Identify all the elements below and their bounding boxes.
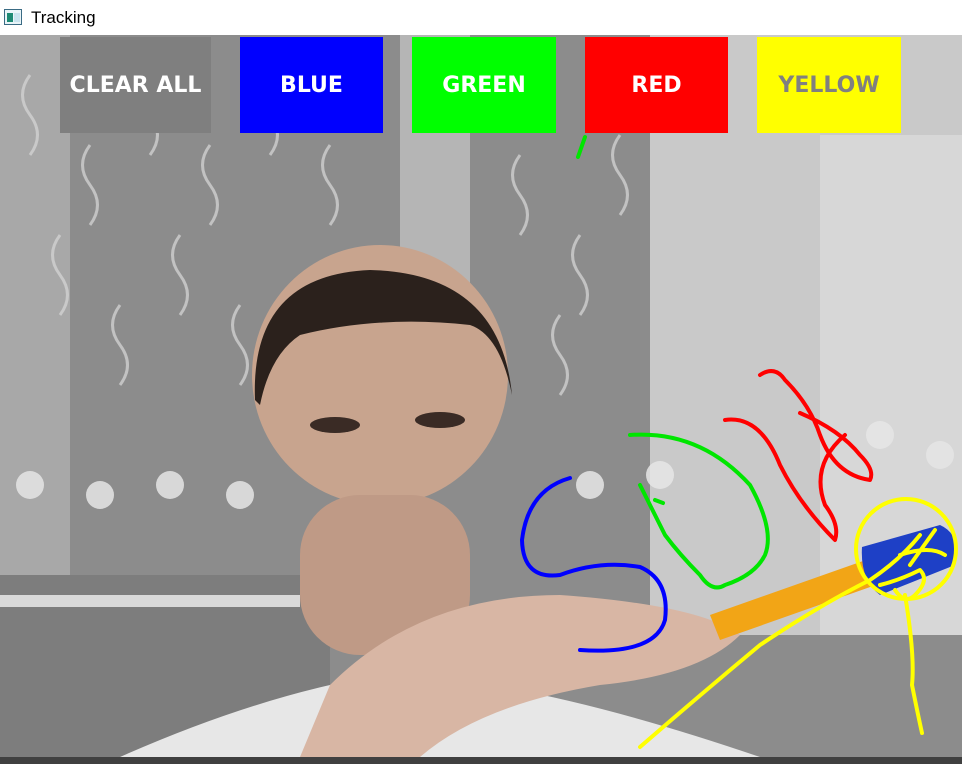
blue-stroke (520, 476, 668, 653)
blue-button[interactable]: BLUE (240, 37, 383, 133)
red-button[interactable]: RED (585, 37, 728, 133)
window-titlebar: Tracking (0, 0, 962, 35)
window-bottom-border (0, 757, 962, 764)
window-title: Tracking (31, 8, 96, 27)
app-window-icon (4, 9, 22, 25)
clear-all-button[interactable]: CLEAR ALL (60, 37, 211, 133)
green-button[interactable]: GREEN (412, 37, 556, 133)
green-stroke (576, 135, 770, 590)
red-stroke (723, 369, 874, 542)
camera-canvas[interactable]: CLEAR ALL BLUE GREEN RED YELLOW (0, 35, 962, 757)
drawing-layer (520, 135, 958, 749)
yellow-button[interactable]: YELLOW (757, 37, 901, 133)
